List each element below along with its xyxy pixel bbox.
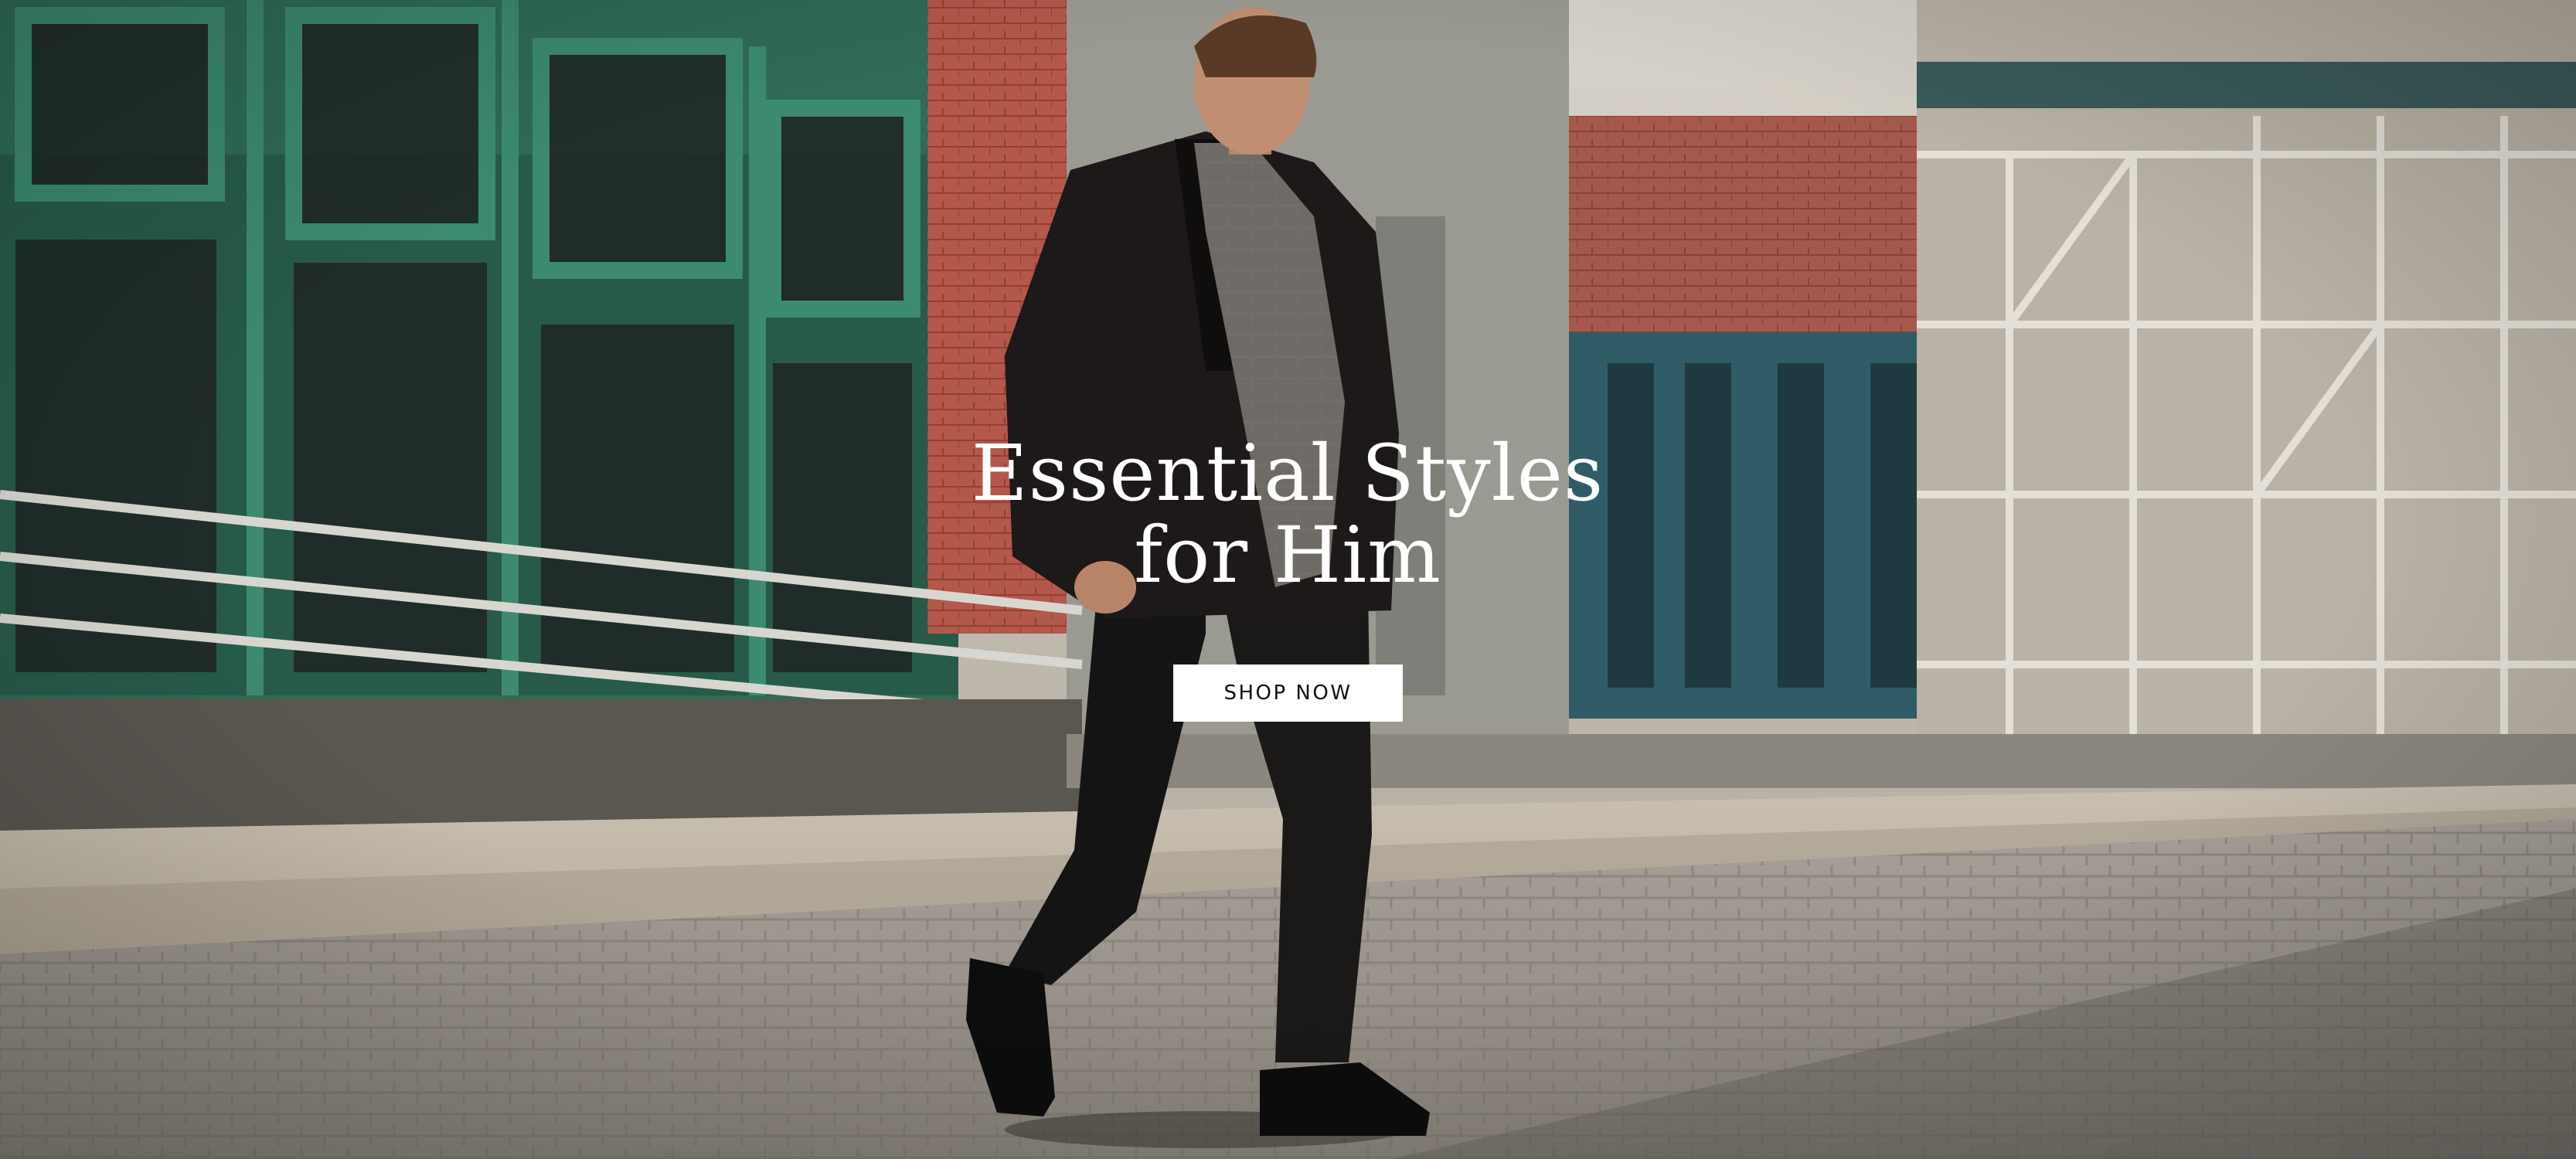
hero-title-line-1: Essential Styles xyxy=(971,428,1604,518)
hero-title-line-2: for Him xyxy=(1134,510,1441,600)
hero-banner[interactable]: Essential Styles for Him SHOP NOW xyxy=(0,0,2576,1159)
shop-now-button[interactable]: SHOP NOW xyxy=(1173,664,1403,722)
hero-title: Essential Styles for Him xyxy=(901,433,1674,596)
